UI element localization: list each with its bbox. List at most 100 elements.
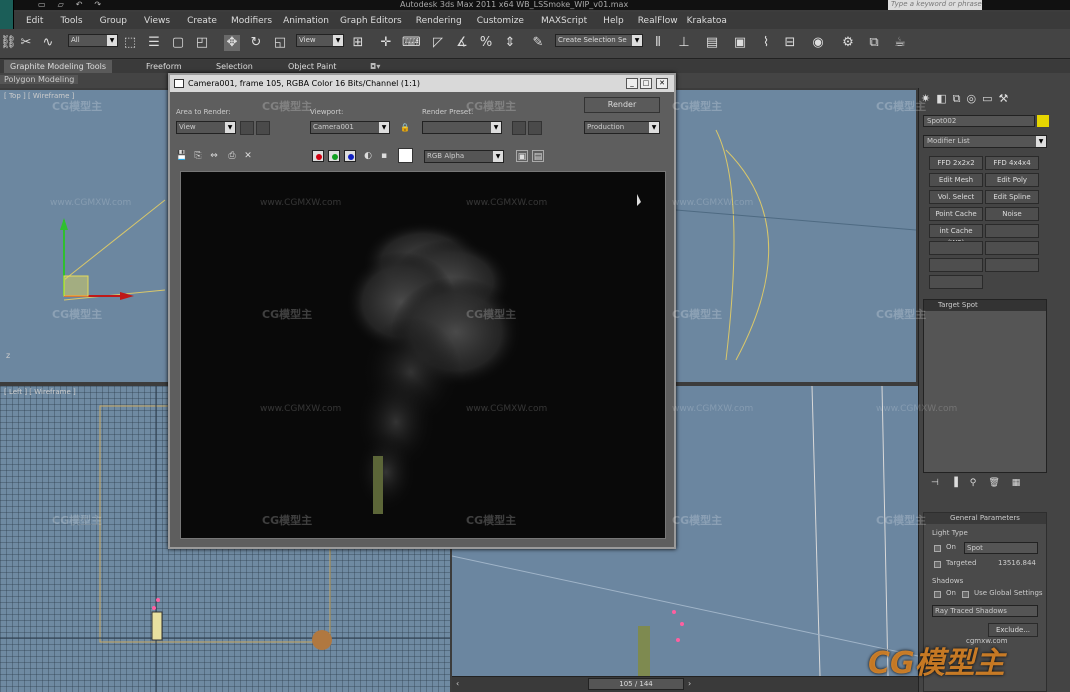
- modifier-button-empty[interactable]: [929, 258, 983, 272]
- toggle-ui-overlay-icon[interactable]: ▣: [516, 150, 528, 162]
- material-editor-icon[interactable]: ◉: [810, 35, 826, 51]
- scale-icon[interactable]: ◱: [272, 35, 288, 51]
- time-slider[interactable]: ‹ 105 / 144 ›: [452, 676, 918, 692]
- maximize-button[interactable]: □: [640, 78, 652, 89]
- ref-coord-dropdown[interactable]: View ▼: [296, 34, 344, 47]
- swatch-button[interactable]: [398, 148, 413, 163]
- object-color-swatch[interactable]: [1037, 115, 1049, 127]
- modifier-button-edit-mesh[interactable]: Edit Mesh: [929, 173, 983, 187]
- unlink-icon[interactable]: ✂: [18, 35, 34, 51]
- object-name-field[interactable]: Spot002: [923, 115, 1035, 127]
- named-selection-dropdown[interactable]: Create Selection Se ▼: [555, 34, 643, 47]
- render-setup-button[interactable]: [512, 121, 526, 135]
- app-logo-button[interactable]: [0, 0, 14, 30]
- schematic-view-icon[interactable]: ⊟: [782, 35, 798, 51]
- modifier-button-noise[interactable]: Noise: [985, 207, 1039, 221]
- percent-snap-icon[interactable]: %: [478, 35, 494, 51]
- modifier-button-empty[interactable]: [929, 275, 983, 289]
- move-icon[interactable]: ✥: [224, 35, 240, 51]
- menu-krakatoa[interactable]: Krakatoa: [687, 16, 727, 26]
- monochrome-icon[interactable]: ▪: [378, 150, 390, 162]
- render-button[interactable]: Render: [584, 97, 660, 113]
- selection-filter-dropdown[interactable]: All ▼: [68, 34, 118, 47]
- modifier-stack[interactable]: Target Spot: [923, 299, 1047, 473]
- create-tab-icon[interactable]: ✷: [921, 92, 930, 106]
- layer-manager-icon[interactable]: ▤: [704, 35, 720, 51]
- use-global-checkbox[interactable]: [962, 591, 969, 598]
- menu-customize[interactable]: Customize: [477, 16, 524, 26]
- copy-image-icon[interactable]: ⎘: [192, 150, 204, 162]
- tab-object-paint[interactable]: Object Paint: [288, 62, 336, 71]
- blue-channel-toggle[interactable]: [344, 150, 356, 162]
- align-icon[interactable]: ⊥: [676, 35, 692, 51]
- lock-icon[interactable]: 🔒: [400, 123, 410, 132]
- tab-freeform[interactable]: Freeform: [146, 62, 182, 71]
- window-crossing-icon[interactable]: ◰: [194, 35, 210, 51]
- save-image-icon[interactable]: 💾: [176, 150, 188, 162]
- modifier-button-edit-poly[interactable]: Edit Poly: [985, 173, 1039, 187]
- close-button[interactable]: ✕: [656, 78, 668, 89]
- modifier-button-empty[interactable]: [985, 258, 1039, 272]
- minimize-button[interactable]: _: [626, 78, 638, 89]
- polygon-modeling-panel[interactable]: Polygon Modeling: [0, 75, 79, 84]
- utilities-tab-icon[interactable]: ⚒: [999, 92, 1009, 106]
- shadows-on-checkbox[interactable]: [934, 591, 941, 598]
- search-input[interactable]: Type a keyword or phrase: [888, 0, 982, 10]
- menu-modifiers[interactable]: Modifiers: [231, 16, 272, 26]
- shadow-type-dropdown[interactable]: Ray Traced Shadows: [932, 605, 1038, 617]
- auto-region-button[interactable]: [256, 121, 270, 135]
- menu-tools[interactable]: Tools: [60, 16, 82, 26]
- render-production-icon[interactable]: ☕: [892, 35, 908, 51]
- select-object-icon[interactable]: ⬚: [122, 35, 138, 51]
- ribbon-options-icon[interactable]: ◘▾: [370, 62, 380, 71]
- modifier-button-ffd2[interactable]: FFD 2x2x2: [929, 156, 983, 170]
- menu-edit[interactable]: Edit: [26, 16, 43, 26]
- clear-icon[interactable]: ✕: [242, 150, 254, 162]
- new-file-icon[interactable]: ▭: [38, 0, 46, 10]
- area-to-render-dropdown[interactable]: View ▼: [176, 121, 236, 134]
- menu-views[interactable]: Views: [144, 16, 170, 26]
- select-by-name-icon[interactable]: ☰: [146, 35, 162, 51]
- rollout-header[interactable]: General Parameters: [924, 513, 1046, 524]
- menu-maxscript[interactable]: MAXScript: [541, 16, 587, 26]
- rect-selection-icon[interactable]: ▢: [170, 35, 186, 51]
- environment-button[interactable]: [528, 121, 542, 135]
- rotate-icon[interactable]: ↻: [248, 35, 264, 51]
- make-unique-icon[interactable]: ⚲: [970, 478, 977, 492]
- edit-named-selection-icon[interactable]: ✎: [530, 35, 546, 51]
- angle-snap-icon[interactable]: ∡: [454, 35, 470, 51]
- edit-region-button[interactable]: [240, 121, 254, 135]
- bind-space-warp-icon[interactable]: ∿: [40, 35, 56, 51]
- targeted-checkbox[interactable]: [934, 561, 941, 568]
- graphite-toggle-icon[interactable]: ▣: [732, 35, 748, 51]
- configure-sets-icon[interactable]: ▦: [1012, 478, 1021, 492]
- keyboard-shortcut-icon[interactable]: ⌨: [402, 35, 421, 51]
- green-channel-toggle[interactable]: [328, 150, 340, 162]
- menu-rendering[interactable]: Rendering: [416, 16, 462, 26]
- menu-realflow[interactable]: RealFlow: [638, 16, 678, 26]
- redo-icon[interactable]: ↷: [94, 0, 101, 10]
- modifier-button-point-cache-ws[interactable]: int Cache (WS): [929, 224, 983, 247]
- select-manipulate-icon[interactable]: ✛: [378, 35, 394, 51]
- menu-create[interactable]: Create: [187, 16, 217, 26]
- production-dropdown[interactable]: Production ▼: [584, 121, 660, 134]
- red-channel-toggle[interactable]: [312, 150, 324, 162]
- prev-frame-icon[interactable]: ‹: [456, 679, 459, 688]
- render-setup-icon[interactable]: ⚙: [840, 35, 856, 51]
- display-tab-icon[interactable]: ▭: [982, 92, 992, 106]
- render-window-title-bar[interactable]: Camera001, frame 105, RGBA Color 16 Bits…: [170, 75, 674, 92]
- alpha-channel-icon[interactable]: ◐: [362, 150, 374, 162]
- print-image-icon[interactable]: ⎙: [226, 150, 238, 162]
- exclude-button[interactable]: Exclude...: [988, 623, 1038, 637]
- modifier-button-edit-spline[interactable]: Edit Spline: [985, 190, 1039, 204]
- viewport-front[interactable]: [676, 90, 916, 382]
- viewport-top[interactable]: [ Top ] [ Wireframe ] z: [0, 90, 170, 382]
- clone-window-icon[interactable]: ⇔: [208, 150, 220, 162]
- modifier-button-empty[interactable]: [985, 241, 1039, 255]
- modify-tab-icon[interactable]: ◧: [936, 92, 946, 106]
- rendered-image[interactable]: [180, 171, 666, 539]
- modifier-list-dropdown[interactable]: Modifier List ▼: [923, 135, 1047, 148]
- tab-selection[interactable]: Selection: [216, 62, 253, 71]
- modifier-button-vol-select[interactable]: Vol. Select: [929, 190, 983, 204]
- rendered-frame-window-icon[interactable]: ⧉: [866, 35, 882, 51]
